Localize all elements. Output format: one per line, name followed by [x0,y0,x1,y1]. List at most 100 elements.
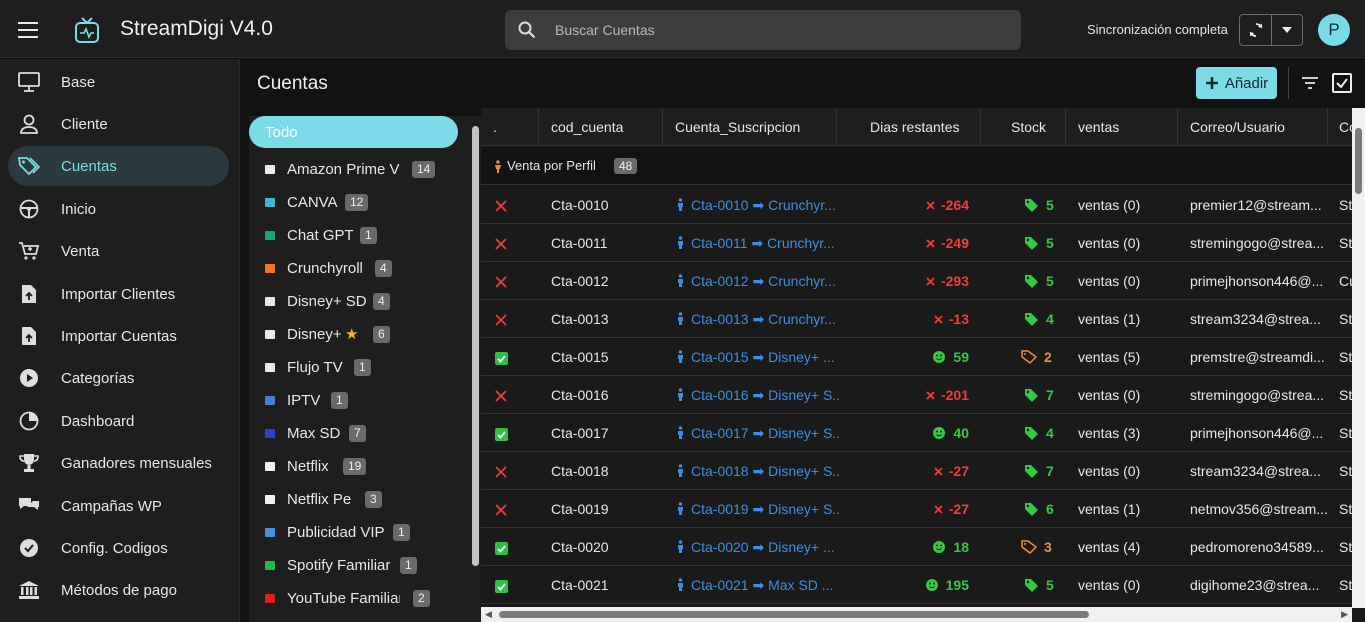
category-item[interactable]: Disney+ ★ 6 [249,322,458,348]
avatar[interactable]: P [1318,14,1350,46]
category-item[interactable]: Max SD 7 [249,421,458,447]
dias-value: 59 [953,349,969,365]
dias-restantes-cell: -13 [901,300,969,338]
search-bar[interactable] [505,10,1021,50]
sidebar-item-cuentas[interactable]: Cuentas [8,146,229,186]
account-link[interactable]: Cta-0020 ➡ Disney+ ... [677,528,839,566]
category-count-badge: 1 [354,359,371,376]
person-icon [678,464,683,477]
sidebar-item-inicio[interactable]: Inicio [8,189,229,229]
account-link[interactable]: Cta-0016 ➡ Disney+ S... [677,376,839,414]
app-title: StreamDigi V4.0 [120,17,273,40]
col-status[interactable]: . [481,108,539,146]
table-row[interactable]: Cta-0017 Cta-0017 ➡ Disney+ S... 40 4 ventas… [481,414,1365,452]
category-logo-icon [265,198,275,207]
account-link[interactable]: Cta-0013 ➡ Crunchyr... [677,300,839,338]
cod-cuenta-cell: Cta-0011 [551,235,608,251]
category-item[interactable]: IPTV 1 [249,388,458,414]
category-item[interactable]: Crunchyroll 4 [249,256,458,282]
sidebar-item-categorias[interactable]: Categorías [8,358,229,398]
category-all[interactable]: Todo [249,116,458,148]
sidebar-item-metodos-pago[interactable]: Métodos de pago [8,570,229,610]
table-row[interactable]: Cta-0019 Cta-0019 ➡ Disney+ S... -27 6 venta… [481,490,1365,528]
category-scrollbar[interactable] [469,116,481,622]
account-link[interactable]: Cta-0012 ➡ Crunchyr... [677,262,839,300]
ventas-cell: ventas (1) [1078,501,1141,517]
category-logo-icon [265,297,275,306]
sidebar-item-campanas[interactable]: Campañas WP [8,486,229,526]
category-item[interactable]: Netflix Pe 3 [249,487,458,513]
search-input[interactable] [555,10,1005,50]
table-row[interactable]: Cta-0020 Cta-0020 ➡ Disney+ ... 18 3 ventas … [481,528,1365,566]
category-item[interactable]: YouTube Familiar 2 [249,586,458,612]
sync-button[interactable] [1240,15,1273,45]
sidebar-item-dashboard[interactable]: Dashboard [8,401,229,441]
add-button[interactable]: Añadir [1196,67,1277,99]
table-row[interactable]: Cta-0015 Cta-0015 ➡ Disney+ ... 59 2 ventas … [481,338,1365,376]
star-icon: ★ [345,326,359,343]
account-link[interactable]: Cta-0021 ➡ Max SD ... [677,566,839,604]
stock-value: 5 [1046,235,1054,251]
category-item[interactable]: Amazon Prime Vi 14 [249,157,458,183]
table-row[interactable]: Cta-0012 Cta-0012 ➡ Crunchyr... -293 5 venta… [481,262,1365,300]
table-row[interactable]: Cta-0016 Cta-0016 ➡ Disney+ S... -201 7 vent… [481,376,1365,414]
col-stock[interactable]: Stock [981,108,1066,146]
table-vertical-scrollbar[interactable] [1352,108,1365,608]
accounts-table: . cod_cuenta Cuenta_Suscripcion Dias res… [481,108,1365,622]
account-link[interactable]: Cta-0019 ➡ Disney+ S... [677,490,839,528]
sync-dropdown-button[interactable] [1272,15,1302,45]
table-row[interactable]: Cta-0021 Cta-0021 ➡ Max SD ... 195 5 ventas … [481,566,1365,604]
stock-value: 5 [1046,577,1054,593]
plus-icon [1205,77,1218,89]
sidebar-item-config-codigos[interactable]: Config. Codigos [8,528,229,568]
sidebar-item-venta[interactable]: Venta [8,231,229,271]
account-link[interactable]: Cta-0010 ➡ Crunchyr... [677,186,839,224]
ventas-cell: ventas (4) [1078,539,1141,555]
category-item[interactable]: Publicidad VIP 1 [249,520,458,546]
ventas-cell: ventas (0) [1078,197,1141,213]
category-item[interactable]: Flujo TV 1 [249,355,458,381]
account-link[interactable]: Cta-0017 ➡ Disney+ S... [677,414,839,452]
group-row[interactable]: Venta por Perfil 48 [481,147,1365,185]
sidebar-item-cliente[interactable]: Cliente [8,104,229,144]
stock-cell: 7 [1025,452,1065,490]
close-icon [926,201,935,210]
sync-button-group [1239,14,1303,46]
dias-value: -27 [948,501,969,517]
account-link-label: Cta-0021 ➡ Max SD ... [691,577,834,593]
col-dias-restantes[interactable]: Dias restantes [837,108,981,146]
col-cuenta-suscripcion[interactable]: Cuenta_Suscripcion [663,108,837,146]
category-label: Crunchyroll [287,260,363,277]
category-item[interactable]: Netflix 19 [249,454,458,480]
account-link[interactable]: Cta-0015 ➡ Disney+ ... [677,338,839,376]
sidebar-item-label: Cliente [61,116,108,133]
correo-cell: digihome23@strea... [1190,577,1320,593]
category-item[interactable]: Spotify Familiar 1 [249,553,458,579]
col-cod-cuenta[interactable]: cod_cuenta [539,108,663,146]
table-row[interactable]: Cta-0018 Cta-0018 ➡ Disney+ S... -27 7 venta… [481,452,1365,490]
table-row[interactable]: Cta-0013 Cta-0013 ➡ Crunchyr... -13 4 ventas… [481,300,1365,338]
sidebar-item-ganadores[interactable]: Ganadores mensuales [8,443,229,483]
ventas-cell: ventas (0) [1078,387,1141,403]
dias-value: -249 [940,235,969,251]
menu-icon[interactable] [18,22,38,38]
category-item[interactable]: CANVA 12 [249,190,458,216]
filter-icon[interactable] [1300,73,1320,93]
select-checkbox-icon[interactable] [1331,72,1353,94]
tag-icon [1025,579,1038,592]
sidebar-item-base[interactable]: Base [8,62,229,102]
table-row[interactable]: Cta-0010 Cta-0010 ➡ Crunchyr... -264 5 venta… [481,186,1365,224]
category-item[interactable]: Chat GPT 1 [249,223,458,249]
sidebar-item-importar-cuentas[interactable]: Importar Cuentas [8,316,229,356]
table-row[interactable]: Cta-0011 Cta-0011 ➡ Crunchyr... -249 5 venta… [481,224,1365,262]
col-ventas[interactable]: ventas [1066,108,1178,146]
category-item[interactable]: Disney+ SD 4 [249,289,458,315]
category-count-badge: 19 [343,458,367,475]
tag-outline-icon [1021,350,1038,364]
col-correo[interactable]: Correo/Usuario [1178,108,1328,146]
stock-value: 5 [1046,273,1054,289]
sidebar-item-importar-clientes[interactable]: Importar Clientes [8,274,229,314]
table-horizontal-scrollbar[interactable]: ◀ ▶ [481,607,1352,622]
account-link[interactable]: Cta-0018 ➡ Disney+ S... [677,452,839,490]
account-link[interactable]: Cta-0011 ➡ Crunchyr... [677,224,839,262]
